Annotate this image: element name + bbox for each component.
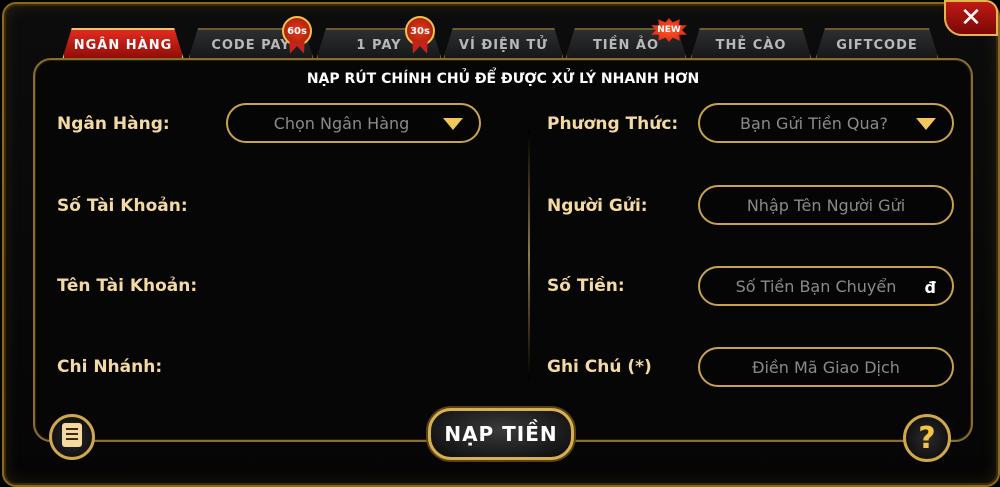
list-icon — [60, 422, 84, 452]
tab-giftcode[interactable]: GIFTCODE — [815, 28, 939, 60]
tab-crypto-label: TIỀN ẢO — [592, 37, 660, 53]
sender-placeholder: Nhập Tên Người Gửi — [746, 195, 906, 215]
ribbon-badge: 60s — [282, 16, 312, 46]
account-name-label: Tên Tài Khoản: — [57, 276, 198, 296]
method-label: Phương Thức: — [547, 114, 679, 134]
sender-label: Người Gửi: — [547, 196, 648, 216]
tab-code-pay-label: CODE PAY — [211, 37, 291, 53]
branch-label: Chi Nhánh: — [57, 357, 163, 377]
amount-input[interactable]: Số Tiền Bạn Chuyển đ — [698, 266, 954, 306]
tab-e-wallet-label: VÍ ĐIỆN TỬ — [458, 37, 549, 53]
amount-label: Số Tiền: — [547, 276, 625, 296]
history-button[interactable] — [49, 414, 95, 460]
note-label: Ghi Chú (*) — [547, 357, 652, 377]
ribbon-badge: 30s — [405, 16, 435, 46]
help-button[interactable]: ? — [903, 414, 951, 462]
close-button[interactable]: ✕ — [944, 0, 998, 36]
new-badge-text: NEW — [657, 25, 681, 35]
currency-symbol: đ — [924, 278, 936, 297]
page-title: NẠP RÚT CHÍNH CHỦ ĐỂ ĐƯỢC XỬ LÝ NHANH HƠ… — [306, 71, 700, 87]
account-number-label: Số Tài Khoản: — [57, 196, 188, 216]
tab-giftcode-label: GIFTCODE — [836, 37, 918, 53]
deposit-button[interactable]: NẠP TIỀN — [428, 408, 574, 460]
tab-bank[interactable]: NGÂN HÀNG — [62, 28, 184, 60]
question-icon: ? — [918, 420, 936, 456]
column-divider — [528, 130, 530, 380]
tab-1-pay-label: 1 PAY — [356, 37, 402, 53]
badge-text: 60s — [287, 25, 307, 37]
method-select-value: Bạn Gửi Tiền Qua? — [740, 113, 888, 133]
method-select[interactable]: Bạn Gửi Tiền Qua? — [698, 103, 954, 143]
tab-e-wallet[interactable]: VÍ ĐIỆN TỬ — [443, 28, 564, 60]
bank-select[interactable]: Chọn Ngân Hàng — [226, 103, 481, 143]
bank-label: Ngân Hàng: — [57, 114, 170, 134]
amount-placeholder: Số Tiền Bạn Chuyển — [735, 276, 897, 296]
chevron-down-icon — [443, 118, 463, 130]
badge-text: 30s — [410, 25, 430, 37]
close-icon: ✕ — [960, 3, 982, 33]
chevron-down-icon — [916, 118, 936, 130]
deposit-button-label: NẠP TIỀN — [444, 422, 558, 446]
sender-input[interactable]: Nhập Tên Người Gửi — [698, 185, 954, 225]
note-placeholder: Điền Mã Giao Dịch — [752, 357, 900, 377]
tab-card[interactable]: THẺ CÀO — [690, 28, 812, 60]
tab-card-label: THẺ CÀO — [715, 37, 787, 53]
tab-bank-label: NGÂN HÀNG — [73, 37, 173, 53]
note-input[interactable]: Điền Mã Giao Dịch — [698, 347, 954, 387]
bank-select-value: Chọn Ngân Hàng — [273, 113, 410, 133]
